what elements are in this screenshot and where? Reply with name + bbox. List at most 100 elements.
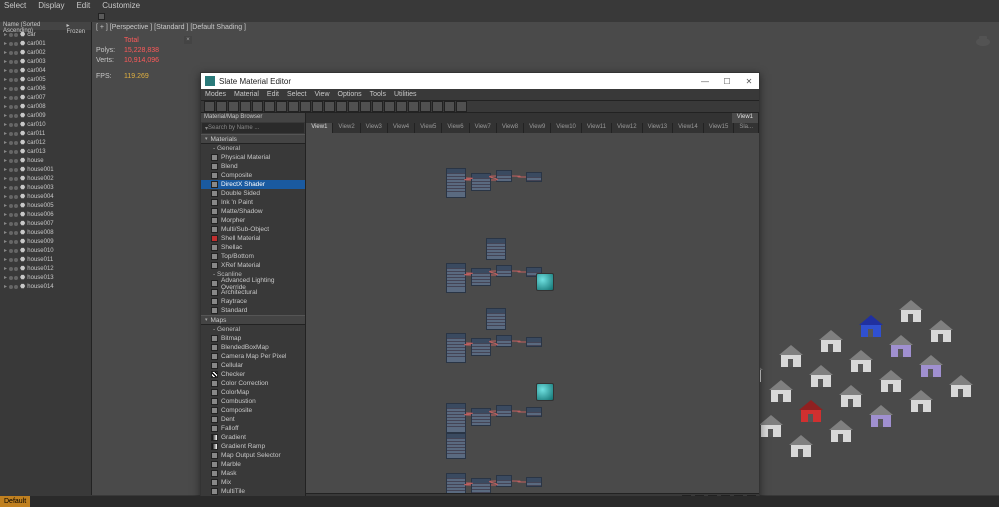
- hierarchy-item[interactable]: ▸ ⬣ house008: [0, 228, 91, 237]
- material-item[interactable]: Matte/Shadow: [201, 207, 305, 216]
- hierarchy-item[interactable]: ▸ ⬣ car013: [0, 147, 91, 156]
- toolbar-button[interactable]: [360, 101, 371, 112]
- material-item[interactable]: Camera Map Per Pixel: [201, 352, 305, 361]
- hierarchy-item[interactable]: ▸ ⬣ house: [0, 156, 91, 165]
- material-node[interactable]: [496, 335, 512, 347]
- material-item[interactable]: Top/Bottom: [201, 252, 305, 261]
- toolbar-button[interactable]: [336, 101, 347, 112]
- hierarchy-item[interactable]: ▸ ⬣ house011: [0, 255, 91, 264]
- hierarchy-item[interactable]: ▸ ⬣ house001: [0, 165, 91, 174]
- sme-menu-view[interactable]: View: [314, 91, 329, 98]
- menu-display[interactable]: Display: [38, 1, 64, 10]
- toolbar-button[interactable]: [240, 101, 251, 112]
- hierarchy-list[interactable]: ▸ ⬣ car▸ ⬣ car001▸ ⬣ car002▸ ⬣ car003▸ ⬣…: [0, 30, 91, 495]
- hierarchy-item[interactable]: ▸ ⬣ car012: [0, 138, 91, 147]
- view-tab[interactable]: View9: [524, 123, 551, 133]
- sme-menu-edit[interactable]: Edit: [267, 91, 279, 98]
- toolbar-button[interactable]: [372, 101, 383, 112]
- material-item[interactable]: Shellac: [201, 243, 305, 252]
- sme-menu-tools[interactable]: Tools: [370, 91, 386, 98]
- search-input[interactable]: ▾ Search by Name ...: [202, 123, 304, 133]
- material-item[interactable]: Composite: [201, 406, 305, 415]
- hierarchy-item[interactable]: ▸ ⬣ house014: [0, 282, 91, 291]
- toolbar-button[interactable]: [420, 101, 431, 112]
- material-item[interactable]: Gradient: [201, 433, 305, 442]
- material-item[interactable]: Composite: [201, 171, 305, 180]
- toolbar-button[interactable]: [312, 101, 323, 112]
- material-item[interactable]: DirectX Shader: [201, 180, 305, 189]
- hierarchy-item[interactable]: ▸ ⬣ house006: [0, 210, 91, 219]
- material-item[interactable]: MultiTile: [201, 487, 305, 496]
- material-node[interactable]: [471, 173, 491, 191]
- node-canvas[interactable]: [306, 133, 759, 493]
- hierarchy-item[interactable]: ▸ ⬣ car008: [0, 102, 91, 111]
- menu-edit[interactable]: Edit: [76, 1, 90, 10]
- material-node[interactable]: [526, 477, 542, 487]
- material-preview[interactable]: [536, 383, 554, 401]
- hierarchy-item[interactable]: ▸ ⬣ car004: [0, 66, 91, 75]
- menu-customize[interactable]: Customize: [102, 1, 140, 10]
- material-node[interactable]: [496, 265, 512, 277]
- view-tab[interactable]: View8: [497, 123, 524, 133]
- material-item[interactable]: Combustion: [201, 397, 305, 406]
- sme-menu-utilities[interactable]: Utilities: [394, 91, 417, 98]
- material-item[interactable]: Marble: [201, 460, 305, 469]
- close-panel-icon[interactable]: ×: [184, 36, 192, 44]
- material-node[interactable]: [471, 338, 491, 356]
- hierarchy-item[interactable]: ▸ ⬣ house013: [0, 273, 91, 282]
- toolbar-button[interactable]: [432, 101, 443, 112]
- view-tab[interactable]: View12: [612, 123, 643, 133]
- material-item[interactable]: Color Correction: [201, 379, 305, 388]
- subcategory[interactable]: - General: [201, 144, 305, 153]
- material-node[interactable]: [446, 473, 466, 493]
- material-node[interactable]: [446, 168, 466, 198]
- hierarchy-item[interactable]: ▸ ⬣ house003: [0, 183, 91, 192]
- close-icon[interactable]: ✕: [743, 77, 755, 86]
- toolbar-button[interactable]: [444, 101, 455, 112]
- material-item[interactable]: Advanced Lighting Override: [201, 279, 305, 288]
- hierarchy-item[interactable]: ▸ ⬣ car009: [0, 111, 91, 120]
- hierarchy-item[interactable]: ▸ ⬣ house005: [0, 201, 91, 210]
- material-node[interactable]: [526, 337, 542, 347]
- material-node[interactable]: [526, 172, 542, 182]
- toolbar-button[interactable]: [264, 101, 275, 112]
- view-tab[interactable]: View5: [415, 123, 442, 133]
- sme-menu-select[interactable]: Select: [287, 91, 306, 98]
- view-tab[interactable]: View3: [361, 123, 388, 133]
- hierarchy-item[interactable]: ▸ ⬣ car001: [0, 39, 91, 48]
- material-item[interactable]: Mask: [201, 469, 305, 478]
- hierarchy-item[interactable]: ▸ ⬣ house007: [0, 219, 91, 228]
- hierarchy-item[interactable]: ▸ ⬣ house009: [0, 237, 91, 246]
- material-preview[interactable]: [536, 273, 554, 291]
- material-node[interactable]: [496, 405, 512, 417]
- toolbar-button[interactable]: [408, 101, 419, 112]
- material-node[interactable]: [526, 407, 542, 417]
- material-node[interactable]: [446, 333, 466, 363]
- material-item[interactable]: Blend: [201, 162, 305, 171]
- category-header[interactable]: Maps: [201, 315, 305, 325]
- scene-explorer-header[interactable]: Name (Sorted Ascending) ▸ Frozen: [0, 22, 91, 30]
- view-tab[interactable]: View6: [442, 123, 469, 133]
- material-node[interactable]: [471, 408, 491, 426]
- hierarchy-item[interactable]: ▸ ⬣ car010: [0, 120, 91, 129]
- view-tab[interactable]: View11: [582, 123, 612, 133]
- toolbar-button[interactable]: [300, 101, 311, 112]
- sme-menu-material[interactable]: Material: [234, 91, 259, 98]
- material-item[interactable]: Mix: [201, 478, 305, 487]
- view-tab[interactable]: View13: [643, 123, 674, 133]
- viewcube-icon[interactable]: [973, 32, 993, 48]
- material-item[interactable]: Double Sided: [201, 189, 305, 198]
- material-node[interactable]: [496, 170, 512, 182]
- hierarchy-item[interactable]: ▸ ⬣ car002: [0, 48, 91, 57]
- material-item[interactable]: Physical Material: [201, 153, 305, 162]
- material-item[interactable]: Cellular: [201, 361, 305, 370]
- toolbar-button[interactable]: [98, 13, 105, 20]
- view-tab[interactable]: View15: [704, 123, 735, 133]
- hierarchy-item[interactable]: ▸ ⬣ car003: [0, 57, 91, 66]
- hierarchy-item[interactable]: ▸ ⬣ house010: [0, 246, 91, 255]
- toolbar-button[interactable]: [216, 101, 227, 112]
- toolbar-button[interactable]: [252, 101, 263, 112]
- material-item[interactable]: XRef Material: [201, 261, 305, 270]
- hierarchy-item[interactable]: ▸ ⬣ house002: [0, 174, 91, 183]
- material-node[interactable]: [471, 268, 491, 286]
